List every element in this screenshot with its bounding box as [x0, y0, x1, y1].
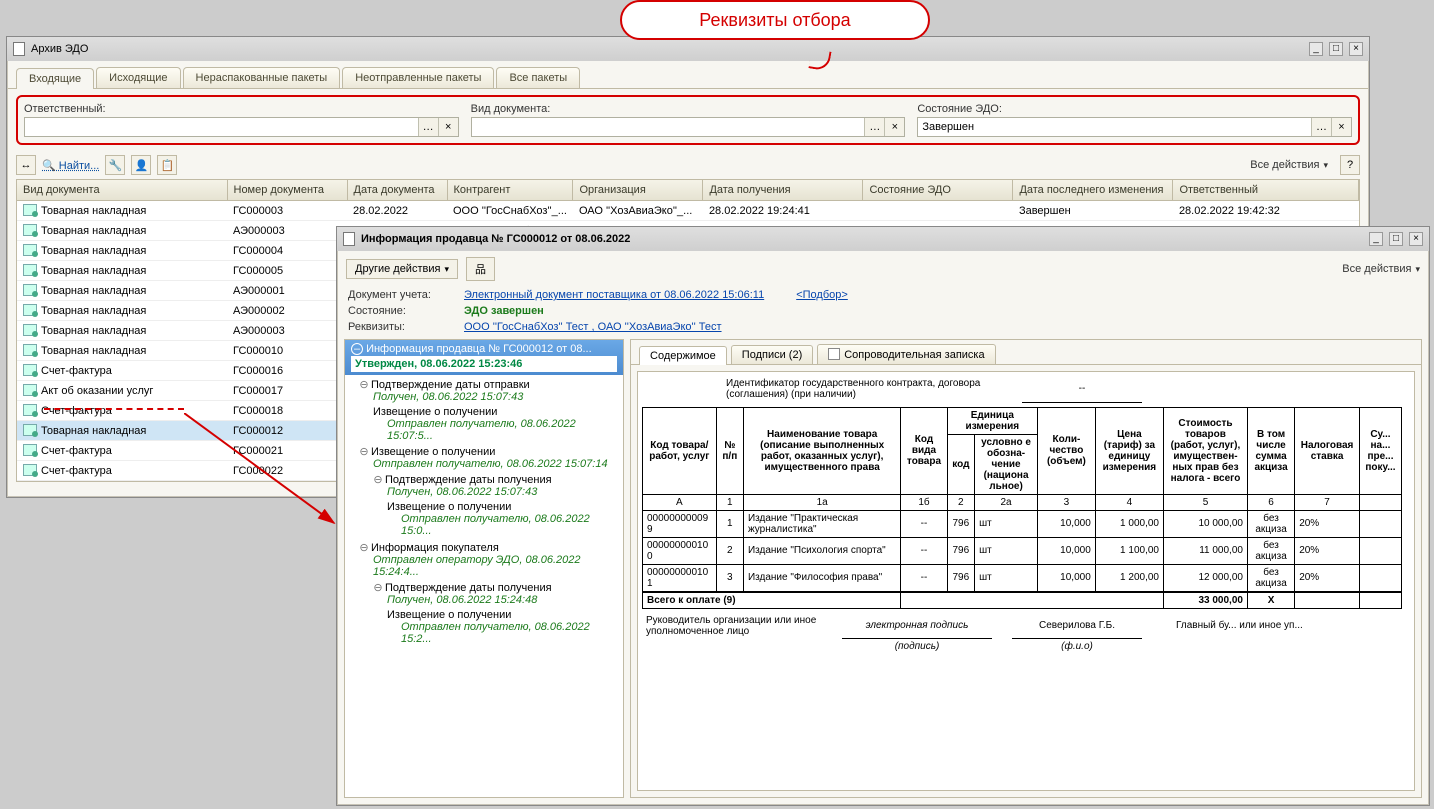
user-button[interactable]: 👤 [131, 155, 151, 175]
tab-unsent[interactable]: Неотправленные пакеты [342, 67, 494, 88]
tree-status: Отправлен получателю, 08.06.2022 15:0... [387, 513, 623, 537]
other-actions-button[interactable]: Другие действия [346, 259, 458, 279]
edo-state-lookup-button[interactable]: … [1311, 118, 1331, 136]
uch-link[interactable]: Электронный документ поставщика от 08.06… [464, 289, 764, 301]
minimize-button[interactable]: _ [1309, 42, 1323, 56]
all-actions-button[interactable]: Все действия [1250, 159, 1328, 171]
responsible-lookup-button[interactable]: … [418, 118, 438, 136]
doctype-clear-button[interactable]: × [884, 118, 904, 136]
responsible-clear-button[interactable]: × [438, 118, 458, 136]
edo-state-clear-button[interactable]: × [1331, 118, 1351, 136]
edo-state-input[interactable]: … × [917, 117, 1352, 137]
item-row[interactable]: 00000000009 91Издание "Практическая журн… [643, 510, 1402, 537]
edo-state-field[interactable] [918, 118, 1311, 136]
tree-status: Отправлен получателю, 08.06.2022 15:07:5… [373, 418, 623, 442]
tab-all[interactable]: Все пакеты [496, 67, 580, 88]
detail-maximize-button[interactable]: □ [1389, 232, 1403, 246]
tree-status: Отправлен получателю, 08.06.2022 15:2... [387, 621, 623, 645]
tab-outgoing[interactable]: Исходящие [96, 67, 180, 88]
req-link[interactable]: ООО ''ГосСнабХоз'' Тест , ОАО ''ХозАвиаЭ… [464, 321, 722, 333]
table-row[interactable]: Товарная накладнаяГС00000328.02.2022ООО … [17, 201, 1359, 221]
filter-panel: Ответственный: … × Вид документа: … × Со… [16, 95, 1360, 145]
find-button[interactable]: 🔍 Найти... [42, 159, 99, 172]
config-button[interactable]: 🔧 [105, 155, 125, 175]
document-view[interactable]: Идентификатор государственного контракта… [637, 371, 1415, 791]
callout-text: Реквизиты отбора [620, 0, 930, 40]
doc-icon [13, 42, 25, 56]
tree-node[interactable]: Информация покупателя [371, 542, 499, 554]
doctype-input[interactable]: … × [471, 117, 906, 137]
detail-right: Содержимое Подписи (2) Сопроводительная … [630, 339, 1422, 798]
grid-header: Вид документа Номер документа Дата докум… [17, 180, 1359, 201]
doc-icon [343, 232, 355, 246]
tab-unpacked[interactable]: Нераспакованные пакеты [183, 67, 341, 88]
maximize-button[interactable]: □ [1329, 42, 1343, 56]
tree-button[interactable]: 品 [466, 257, 495, 281]
main-toolbar: ↔ 🔍 Найти... 🔧 👤 📋 Все действия ? [8, 151, 1368, 179]
podbor-link[interactable]: <Подбор> [796, 289, 848, 301]
tree-status: Получен, 08.06.2022 15:07:43 [373, 486, 623, 498]
uch-label: Документ учета: [348, 289, 458, 301]
detail-props: Документ учета: Электронный документ пос… [338, 287, 1428, 339]
tree-node[interactable]: Подтверждение даты получения [385, 582, 552, 594]
refresh-button[interactable]: ↔ [16, 155, 36, 175]
clipboard-button[interactable]: 📋 [157, 155, 177, 175]
item-row[interactable]: 00000000010 02Издание "Психология спорта… [643, 537, 1402, 564]
tree-node[interactable]: Извещение о получении [371, 446, 495, 458]
detail-titlebar: Информация продавца № ГС000012 от 08.06.… [337, 227, 1429, 251]
item-row[interactable]: 00000000010 13Издание "Философия права"-… [643, 564, 1402, 592]
responsible-input[interactable]: … × [24, 117, 459, 137]
tree-status: Получен, 08.06.2022 15:24:48 [373, 594, 623, 606]
callout-annotation: Реквизиты отбора [620, 0, 930, 56]
tree-node[interactable]: Извещение о получении [373, 406, 497, 418]
detail-toolbar: Другие действия 品 Все действия [338, 251, 1428, 287]
responsible-label: Ответственный: [24, 103, 459, 115]
tree-node[interactable]: Подтверждение даты отправки [371, 379, 530, 391]
note-icon [828, 348, 840, 360]
detail-window: Информация продавца № ГС000012 от 08.06.… [336, 226, 1430, 806]
state-label: Состояние: [348, 305, 458, 317]
tree-node[interactable]: Извещение о получении [387, 501, 511, 513]
help-button[interactable]: ? [1340, 155, 1360, 175]
detail-minimize-button[interactable]: _ [1369, 232, 1383, 246]
status-tree[interactable]: – Информация продавца № ГС000012 от 08..… [344, 339, 624, 798]
tree-status: Отправлен получателю, 08.06.2022 15:07:1… [359, 458, 623, 470]
tab-content[interactable]: Содержимое [639, 346, 727, 365]
tree-node[interactable]: Подтверждение даты получения [385, 474, 552, 486]
edo-state-label: Состояние ЭДО: [917, 103, 1352, 115]
detail-close-button[interactable]: × [1409, 232, 1423, 246]
tree-node[interactable]: Извещение о получении [387, 609, 511, 621]
tab-incoming[interactable]: Входящие [16, 68, 94, 89]
req-label: Реквизиты: [348, 321, 458, 333]
tab-note[interactable]: Сопроводительная записка [817, 344, 995, 364]
tab-signatures[interactable]: Подписи (2) [731, 345, 813, 364]
approved-status: Утвержден, 08.06.2022 15:23:46 [351, 356, 617, 372]
tree-status: Отправлен оператору ЭДО, 08.06.2022 15:2… [359, 554, 623, 578]
detail-all-actions-button[interactable]: Все действия [1342, 263, 1420, 275]
detail-right-tabs: Содержимое Подписи (2) Сопроводительная … [631, 340, 1421, 365]
main-tabs: Входящие Исходящие Нераспакованные пакет… [8, 61, 1368, 89]
doctype-field[interactable] [472, 118, 865, 136]
state-value: ЭДО завершен [464, 305, 544, 317]
tree-status: Получен, 08.06.2022 15:07:43 [359, 391, 623, 403]
detail-title: Информация продавца № ГС000012 от 08.06.… [361, 233, 1363, 245]
doctype-label: Вид документа: [471, 103, 906, 115]
annotation-dashed [44, 408, 184, 410]
tree-header[interactable]: – Информация продавца № ГС000012 от 08..… [345, 340, 623, 375]
doctype-lookup-button[interactable]: … [864, 118, 884, 136]
responsible-field[interactable] [25, 118, 418, 136]
close-button[interactable]: × [1349, 42, 1363, 56]
